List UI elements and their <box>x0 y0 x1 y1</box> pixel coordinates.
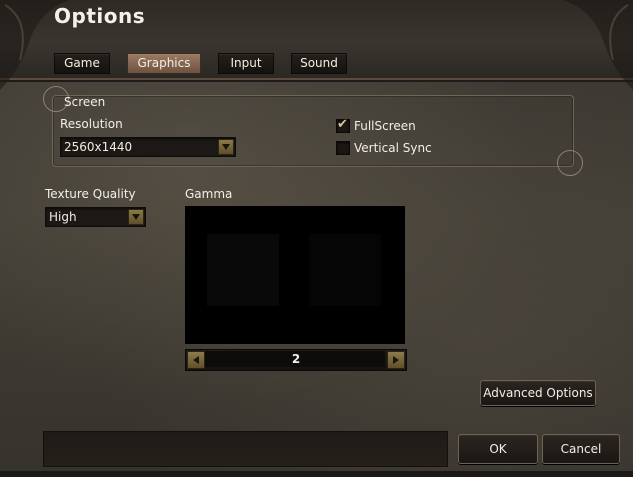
gamma-label: Gamma <box>185 187 233 201</box>
tab-graphics[interactable]: Graphics <box>127 53 201 74</box>
advanced-options-button[interactable]: Advanced Options <box>480 380 596 406</box>
check-icon: ✔ <box>337 117 348 132</box>
gamma-preview <box>185 206 405 344</box>
tab-sound[interactable]: Sound <box>291 53 347 74</box>
resolution-dropdown[interactable]: 2560x1440 <box>60 137 236 157</box>
texture-quality-value: High <box>49 210 77 224</box>
vertical-sync-checkbox[interactable] <box>336 141 350 155</box>
texture-quality-label: Texture Quality <box>45 187 136 201</box>
gamma-slider[interactable]: 2 <box>185 349 407 371</box>
options-window: Options Game Graphics Input Sound Screen… <box>0 0 633 477</box>
cancel-button[interactable]: Cancel <box>542 434 620 464</box>
chevron-down-icon[interactable] <box>218 139 234 155</box>
status-bar <box>43 431 448 467</box>
fullscreen-checkbox[interactable]: ✔ <box>336 117 350 133</box>
ok-button[interactable]: OK <box>458 434 538 464</box>
tab-input[interactable]: Input <box>218 53 274 74</box>
vertical-sync-label: Vertical Sync <box>354 141 432 155</box>
ornament-right-icon <box>563 0 633 90</box>
window-title: Options <box>54 4 146 28</box>
window-bottom-border <box>0 471 633 477</box>
texture-quality-dropdown[interactable]: High <box>45 207 146 227</box>
triangle-right-icon <box>393 356 399 364</box>
gamma-test-swatch <box>309 234 381 306</box>
screen-group-label: Screen <box>64 95 106 109</box>
tab-game[interactable]: Game <box>54 53 110 74</box>
resolution-value: 2560x1440 <box>64 140 133 154</box>
chevron-down-icon[interactable] <box>128 209 144 225</box>
gamma-increase-button[interactable] <box>387 351 405 369</box>
gamma-test-swatch <box>207 234 279 306</box>
gamma-value: 2 <box>291 352 301 366</box>
resolution-label: Resolution <box>60 117 123 131</box>
fullscreen-label: FullScreen <box>354 119 416 133</box>
